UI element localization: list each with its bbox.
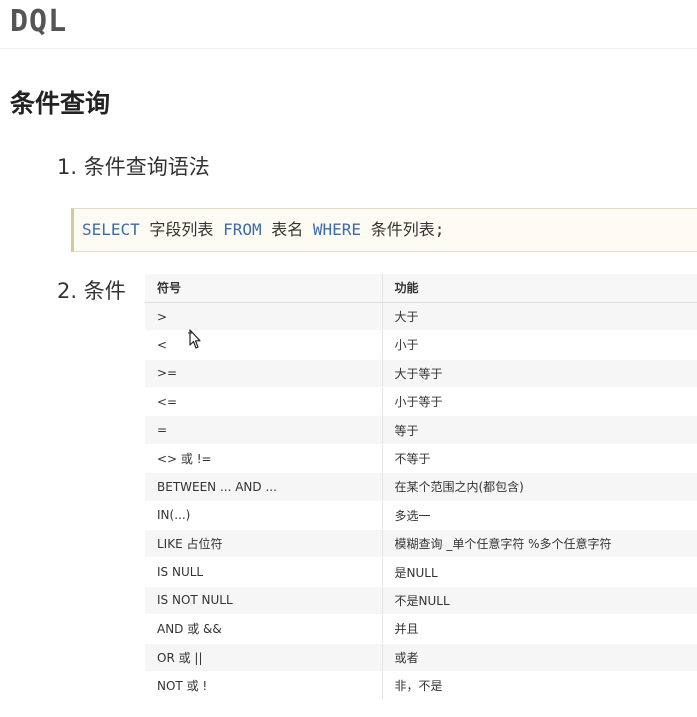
table-row: OR 或 || 或者: [145, 643, 697, 672]
header-symbol: 符号: [145, 274, 383, 303]
section-heading: 条件查询: [10, 89, 111, 118]
code-keyword-where: WHERE: [312, 220, 362, 239]
conditions-table: 符号 功能 > 大于 < 小于 >= 大于等于 <= 小于等于 = 等于 <> 或 != 不…: [145, 274, 697, 701]
table-row: <= 小于等于: [145, 387, 697, 417]
code-keyword-from: FROM: [223, 220, 262, 239]
title-divider: [0, 48, 697, 49]
cell-function: 不是NULL: [382, 586, 697, 616]
cell-symbol: IS NOT NULL: [145, 586, 383, 616]
table-row: = 等于: [145, 415, 697, 445]
cell-symbol: LIKE 占位符: [145, 529, 383, 559]
table-row: IS NULL 是NULL: [145, 557, 697, 587]
table-row: IS NOT NULL 不是NULL: [145, 586, 697, 616]
cell-function: 大于: [382, 302, 697, 332]
table-row: >= 大于等于: [145, 359, 697, 389]
table-header-row: 符号 功能: [145, 274, 697, 303]
code-conditions: 条件列表;: [361, 220, 445, 239]
cell-symbol: IN(...): [145, 501, 383, 531]
cell-symbol: >=: [145, 359, 383, 389]
table-row: IN(...) 多选一: [145, 501, 697, 531]
cell-function: 在某个范围之内(都包含): [382, 472, 697, 502]
cell-symbol: <> 或 !=: [145, 444, 383, 474]
document-title: DQL: [10, 4, 68, 39]
code-fields: 字段列表: [139, 220, 224, 239]
cell-function: 并且: [382, 614, 697, 644]
cell-function: 模糊查询 _单个任意字符 %多个任意字符: [382, 529, 697, 559]
cell-function: 或者: [382, 643, 697, 672]
cell-function: 非，不是: [382, 671, 697, 701]
cell-symbol: >: [145, 302, 383, 332]
table-row: < 小于: [145, 330, 697, 360]
code-keyword-select: SELECT: [82, 220, 140, 239]
table-row: BETWEEN ... AND ... 在某个范围之内(都包含): [145, 472, 697, 502]
table-row: > 大于: [145, 302, 697, 332]
cell-symbol: AND 或 &&: [145, 614, 383, 644]
header-function: 功能: [382, 274, 697, 303]
cell-symbol: =: [145, 415, 383, 445]
table-row: LIKE 占位符 模糊查询 _单个任意字符 %多个任意字符: [145, 529, 697, 559]
code-table: 表名: [261, 220, 313, 239]
cell-symbol: <: [145, 330, 383, 360]
cell-symbol: OR 或 ||: [145, 643, 383, 672]
cell-function: 大于等于: [382, 359, 697, 389]
move-cursor-icon: [188, 329, 201, 349]
code-block: SELECT 字段列表 FROM 表名 WHERE 条件列表;: [71, 208, 697, 252]
cell-symbol: NOT 或 !: [145, 671, 383, 701]
cell-symbol: IS NULL: [145, 557, 383, 587]
cell-function: 不等于: [382, 444, 697, 474]
cell-function: 多选一: [382, 501, 697, 531]
table-row: AND 或 && 并且: [145, 614, 697, 644]
table-row: <> 或 != 不等于: [145, 444, 697, 474]
cell-function: 等于: [382, 415, 697, 445]
cell-function: 小于等于: [382, 387, 697, 417]
cell-symbol: BETWEEN ... AND ...: [145, 472, 383, 502]
list-item-syntax: 1. 条件查询语法: [57, 155, 210, 179]
table-row: NOT 或 ! 非，不是: [145, 671, 697, 701]
cell-symbol: <=: [145, 387, 383, 417]
list-item-conditions: 2. 条件: [57, 279, 126, 303]
cell-function: 是NULL: [382, 557, 697, 587]
cell-function: 小于: [382, 330, 697, 360]
